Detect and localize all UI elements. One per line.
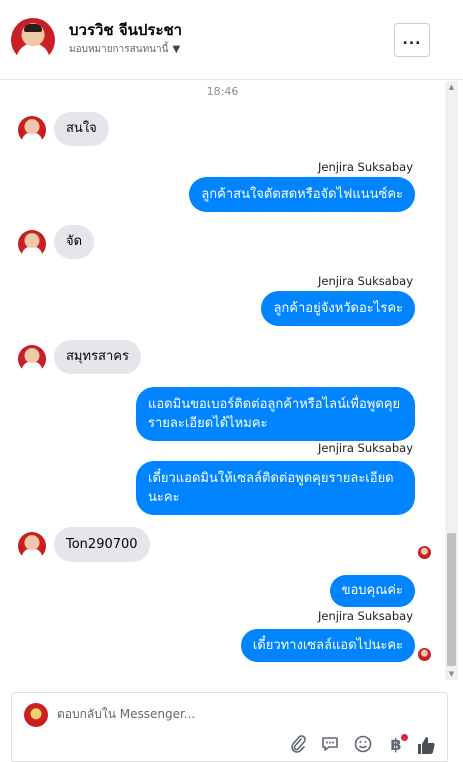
scrollbar-thumb[interactable]: [447, 533, 456, 666]
sender-name: Jenjira Suksabay: [317, 274, 413, 288]
contact-avatar-small: [18, 230, 46, 258]
incoming-message: Ton290700: [54, 527, 150, 562]
incoming-message: สมุทรสาคร: [54, 340, 141, 374]
page-avatar: [24, 703, 48, 727]
thumbs-up-icon[interactable]: [416, 735, 436, 755]
timestamp: 18:46: [206, 85, 239, 98]
assign-conversation-label: มอบหมายการสนทนานี้: [69, 44, 169, 55]
seen-indicator-avatar: [418, 648, 431, 661]
contact-avatar[interactable]: [11, 18, 55, 62]
contact-avatar-small: [18, 532, 46, 560]
outgoing-message: ขอบคุณค่ะ: [329, 575, 415, 607]
incoming-message: สนใจ: [54, 112, 109, 146]
speech-bubble-icon[interactable]: [320, 735, 340, 755]
conversation-header: บวรวิช จีนประชา มอบหมายการสนทนานี้ ▼ ...: [0, 0, 463, 80]
sender-name: Jenjira Suksabay: [317, 441, 413, 455]
message-thread: 18:46 สนใจ Jenjira Suksabay ลูกค้าสนใจตั…: [0, 81, 445, 680]
incoming-message: จัด: [54, 225, 95, 259]
more-options-button[interactable]: ...: [394, 23, 430, 57]
reply-composer: ฿: [11, 692, 448, 762]
outgoing-message: เดี๋ยวทางเซลล์แอดไปนะคะ: [240, 629, 415, 662]
outgoing-message: แอดมินขอเบอร์ติดต่อลูกค้าหรือไลน์เพื่อพู…: [136, 387, 415, 441]
contact-avatar-small: [18, 116, 46, 144]
seen-indicator-avatar: [418, 546, 431, 559]
outgoing-message: เดี๋ยวแอดมินให้เซลล์ติดต่อพูดคุยรายละเอี…: [136, 461, 415, 515]
outgoing-message: ลูกค้าสนใจตัดสดหรือจัดไฟแนนซ์คะ: [189, 177, 415, 212]
scroll-down-arrow-icon[interactable]: ▼: [445, 668, 458, 680]
reply-input[interactable]: [57, 707, 417, 721]
sender-name: Jenjira Suksabay: [317, 160, 413, 174]
caret-down-icon: ▼: [172, 44, 181, 55]
sender-name: Jenjira Suksabay: [317, 609, 413, 623]
outgoing-message: ลูกค้าอยู่จังหวัดอะไรคะ: [261, 291, 415, 326]
notification-dot: [401, 734, 408, 741]
contact-avatar-small: [18, 345, 46, 373]
scroll-up-arrow-icon[interactable]: ▲: [445, 81, 458, 93]
emoji-icon[interactable]: [353, 735, 373, 755]
paperclip-icon[interactable]: [288, 735, 308, 755]
thread-scrollbar[interactable]: ▲ ▼: [445, 81, 458, 680]
assign-conversation[interactable]: มอบหมายการสนทนานี้ ▼: [69, 42, 180, 57]
contact-name[interactable]: บวรวิช จีนประชา: [69, 18, 182, 42]
